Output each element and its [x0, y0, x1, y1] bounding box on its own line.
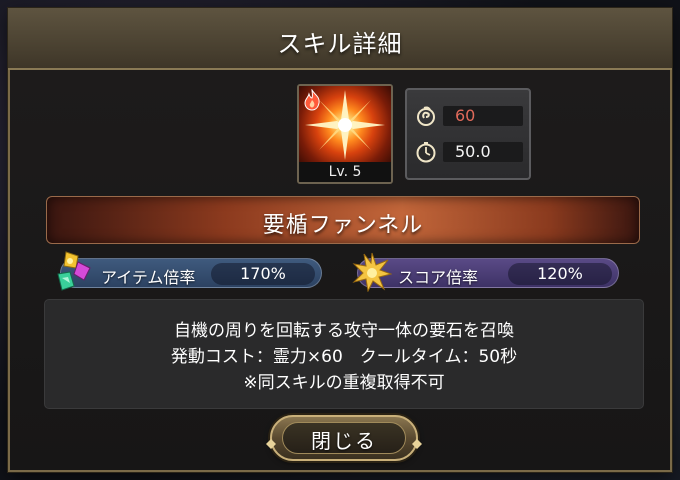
item-multiplier-value: 170% — [211, 263, 315, 285]
spirit-swirl-icon — [415, 105, 437, 127]
stopwatch-icon — [415, 141, 437, 163]
item-multiplier-label: アイテム倍率 — [101, 268, 196, 287]
cost-row: 60 — [415, 104, 523, 128]
description-line: 自機の周りを回転する攻守一体の要石を召喚 — [174, 321, 514, 341]
description-line: ※同スキルの重複取得不可 — [243, 373, 445, 393]
description-line: 発動コスト：霊力×60 クールタイム：50秒 — [170, 347, 518, 367]
skill-burst-image — [299, 86, 391, 164]
close-button[interactable]: 閉じる — [266, 415, 422, 461]
dialog-title: スキル詳細 — [277, 30, 403, 58]
score-multiplier-label: スコア倍率 — [398, 268, 479, 287]
cost-value: 60 — [443, 106, 523, 126]
score-multiplier-value: 120% — [508, 263, 612, 285]
gems-icon — [52, 250, 98, 294]
skill-description-panel: 自機の周りを回転する攻守一体の要石を召喚 発動コスト：霊力×60 クールタイム：… — [44, 299, 644, 409]
item-multiplier-pill: アイテム倍率 170% — [60, 258, 322, 288]
skill-stats-panel: 60 50.0 — [405, 88, 531, 180]
score-multiplier-pill: スコア倍率 120% — [357, 258, 619, 288]
fire-icon — [302, 89, 322, 111]
cooldown-row: 50.0 — [415, 140, 523, 164]
dialog-header: スキル詳細 — [8, 8, 672, 70]
close-button-label: 閉じる — [311, 429, 377, 453]
cooldown-value: 50.0 — [443, 142, 523, 162]
skill-name-banner: 要楯ファンネル — [46, 196, 640, 244]
skill-icon-card: Lv. 5 — [297, 84, 393, 184]
skill-name: 要楯ファンネル — [262, 213, 424, 238]
star-burst-icon — [352, 252, 393, 293]
skill-level: Lv. 5 — [299, 162, 391, 182]
